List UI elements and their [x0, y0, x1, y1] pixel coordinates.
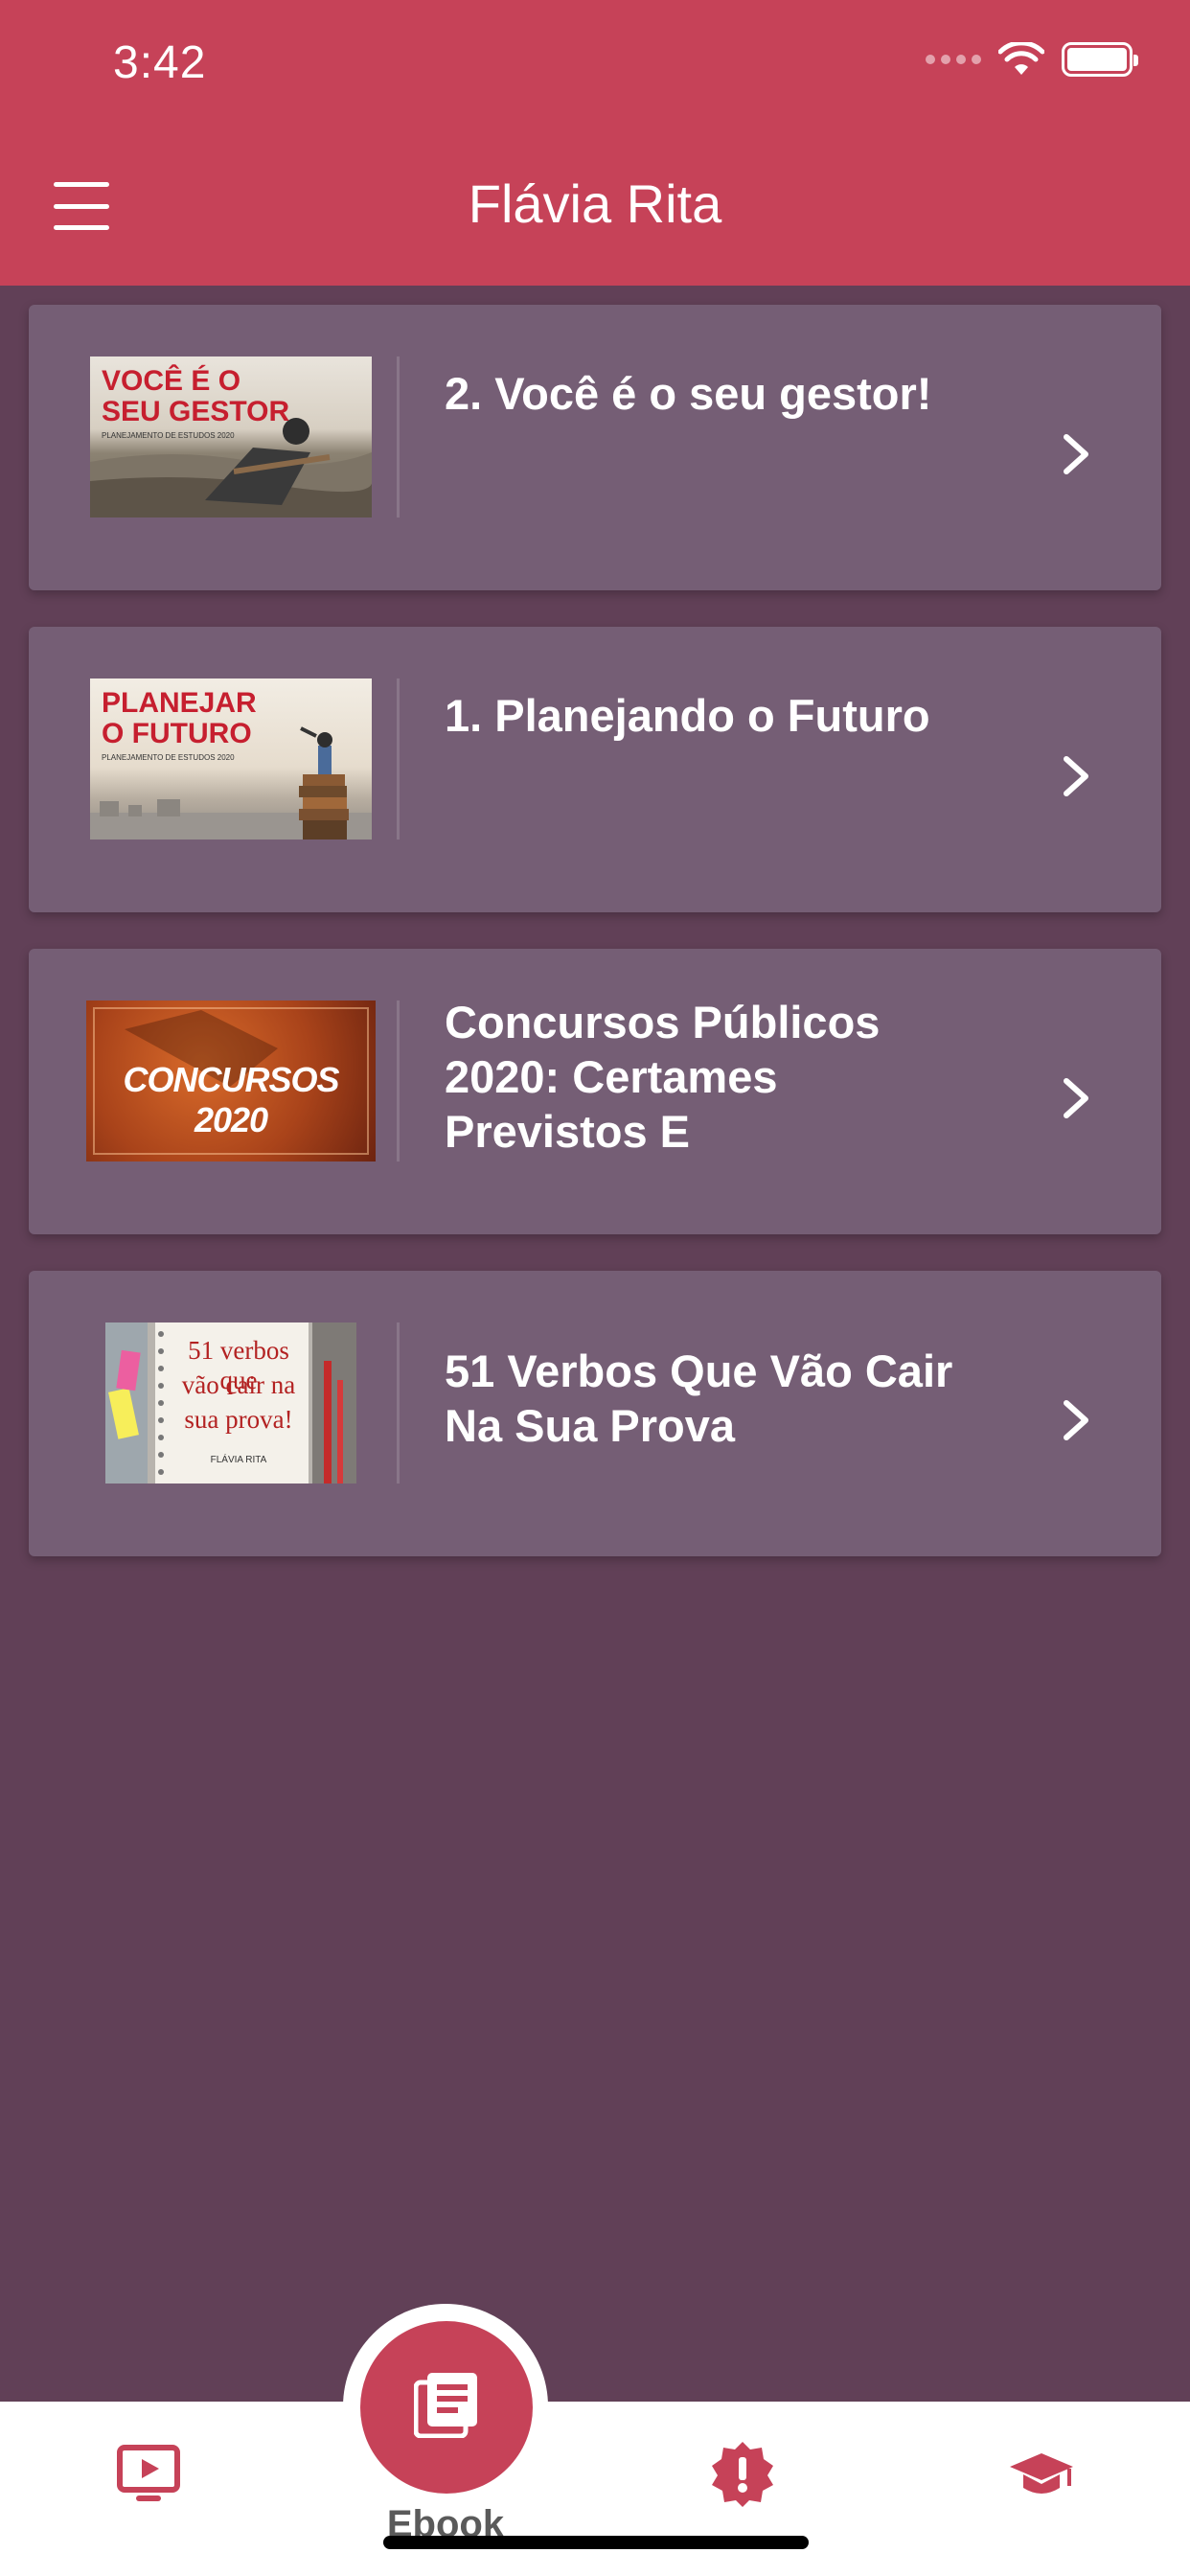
ebook-card[interactable]: PLANEJAR O FUTURO PLANEJAMENTO DE ESTUDO… — [29, 627, 1161, 912]
chevron-right-icon — [1064, 1400, 1088, 1440]
bottom-tab-bar — [0, 2402, 1190, 2576]
thumbnail-headline: vão cair na — [181, 1370, 296, 1399]
status-time: 3:42 — [113, 37, 207, 88]
page-title: Flávia Rita — [468, 173, 722, 234]
thumbnail-headline: O FUTURO — [102, 718, 252, 749]
ebook-title: 2. Você é o seu gestor! — [445, 368, 932, 419]
chevron-right-icon — [1064, 1078, 1088, 1118]
ebook-title: 51 Verbos Que Vão Cair Na Sua Prova — [445, 1346, 953, 1451]
cellular-signal-icon — [926, 55, 981, 64]
ebook-thumbnail: 51 verbos que vão cair na sua prova! FLÁ… — [105, 1322, 356, 1484]
thumbnail-headline: sua prova! — [184, 1405, 293, 1434]
chevron-right-icon — [1064, 756, 1088, 796]
ebook-card[interactable]: 51 verbos que vão cair na sua prova! FLÁ… — [29, 1271, 1161, 1556]
card-divider — [397, 356, 400, 518]
graduation-cap-icon[interactable] — [1008, 2440, 1075, 2507]
thumbnail-headline: CONCURSOS 2020 — [123, 1060, 339, 1139]
ebook-card[interactable]: CONCURSOS 2020 Concursos Públicos 2020: … — [29, 949, 1161, 1234]
ebook-thumbnail: PLANEJAR O FUTURO PLANEJAMENTO DE ESTUDO… — [90, 678, 372, 840]
ebook-list: VOCÊ É O SEU GESTOR PLANEJAMENTO DE ESTU… — [29, 305, 1161, 1593]
thumbnail-headline: PLANEJAR — [102, 687, 257, 719]
ebook-title: 1. Planejando o Futuro — [445, 690, 930, 741]
video-icon[interactable] — [115, 2440, 182, 2507]
wifi-icon — [998, 42, 1044, 75]
ebook-card[interactable]: VOCÊ É O SEU GESTOR PLANEJAMENTO DE ESTU… — [29, 305, 1161, 590]
app-header: 3:42 Flávia Rita — [0, 0, 1190, 286]
ebook-icon — [414, 2373, 477, 2438]
status-icons — [926, 42, 1138, 77]
thumbnail-subtitle: PLANEJAMENTO DE ESTUDOS 2020 — [102, 753, 235, 762]
thumbnail-subtitle: PLANEJAMENTO DE ESTUDOS 2020 — [102, 431, 235, 440]
ebook-tab-button[interactable] — [360, 2321, 533, 2494]
card-divider — [397, 678, 400, 840]
chevron-right-icon — [1064, 434, 1088, 474]
card-divider — [397, 1322, 400, 1484]
home-indicator — [383, 2536, 809, 2549]
ebook-thumbnail: CONCURSOS 2020 — [86, 1000, 376, 1162]
thumbnail-headline: VOCÊ É O — [102, 365, 241, 397]
battery-icon — [1062, 42, 1138, 77]
thumbnail-brand: FLÁVIA RITA — [210, 1455, 267, 1465]
thumbnail-headline: SEU GESTOR — [102, 396, 290, 427]
alert-icon[interactable] — [709, 2440, 776, 2507]
ebook-title: Concursos Públicos 2020: Certames Previs… — [445, 997, 881, 1157]
ebook-thumbnail: VOCÊ É O SEU GESTOR PLANEJAMENTO DE ESTU… — [90, 356, 372, 518]
card-divider — [397, 1000, 400, 1162]
